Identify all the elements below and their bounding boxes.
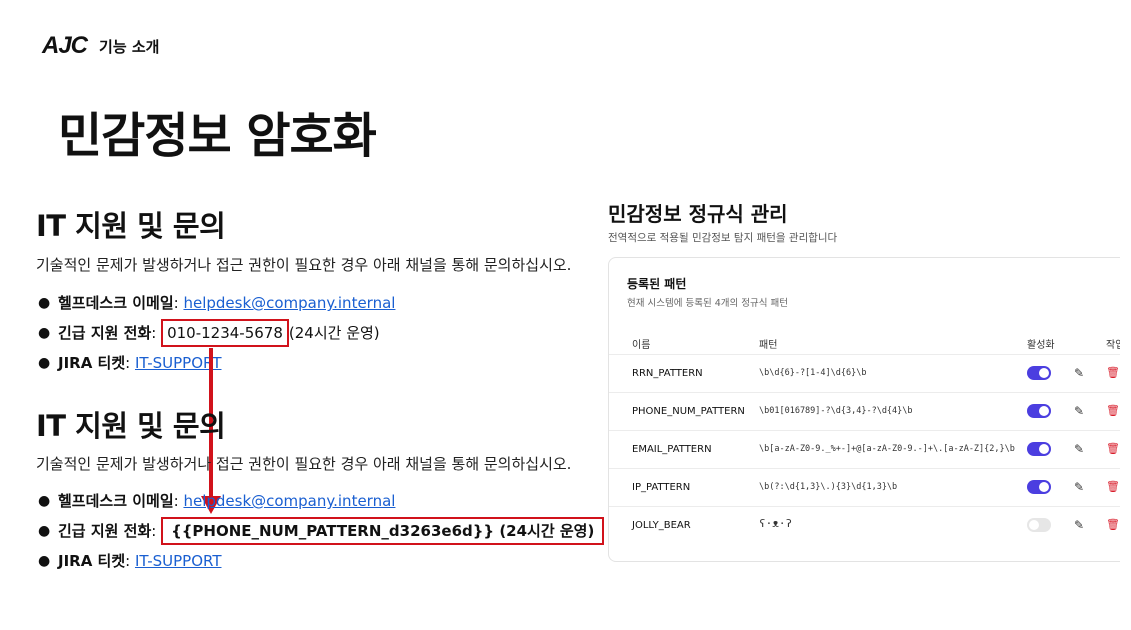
after-contact-list: ● 헬프데스크 이메일: helpdesk@company.internal ●… <box>36 491 605 581</box>
active-toggle[interactable] <box>1027 366 1051 380</box>
table-row: RRN_PATTERN \b\d{6}-?[1-4]\d{6}\b ✎ 🗑 <box>609 354 1131 393</box>
trash-icon[interactable]: 🗑 <box>1106 404 1120 417</box>
bullet-icon: ● <box>38 523 51 539</box>
card-subtitle: 현재 시스템에 등록된 4개의 정규식 패턴 <box>627 298 788 309</box>
bullet-icon: ● <box>38 295 51 311</box>
before-phone-suffix: (24시간 운영) <box>288 324 380 342</box>
after-phone-item: ● 긴급 지원 전화: {{PHONE_NUM_PATTERN_d3263e6d… <box>36 517 605 551</box>
after-jira-item: ● JIRA 티켓: IT-SUPPORT <box>38 552 222 570</box>
bullet-icon: ● <box>38 493 51 509</box>
pencil-icon[interactable]: ✎ <box>1074 480 1084 494</box>
after-phone-masked: {{PHONE_NUM_PATTERN_d3263e6d}} (24시간 운영) <box>161 517 605 545</box>
pattern-regex: \b\d{6}-?[1-4]\d{6}\b <box>759 368 867 378</box>
table-row: PHONE_NUM_PATTERN \b01[016789]-?\d{3,4}-… <box>609 392 1131 431</box>
page-title: 민감정보 암호화 <box>58 108 377 164</box>
after-description: 기술적인 문제가 발생하거나 접근 권한이 필요한 경우 아래 채널을 통해 문… <box>36 455 572 473</box>
pattern-name: IP_PATTERN <box>632 482 691 493</box>
before-phone-highlight: 010-1234-5678 <box>161 319 289 347</box>
pattern-regex: \b01[016789]-?\d{3,4}-?\d{4}\b <box>759 406 913 416</box>
before-phone-label: 긴급 지원 전화 <box>58 324 152 342</box>
pencil-icon[interactable]: ✎ <box>1074 404 1084 418</box>
active-toggle[interactable] <box>1027 442 1051 456</box>
manager-title: 민감정보 정규식 관리 <box>608 202 788 226</box>
pattern-name: PHONE_NUM_PATTERN <box>632 406 745 417</box>
before-description: 기술적인 문제가 발생하거나 접근 권한이 필요한 경우 아래 채널을 통해 문… <box>36 256 572 274</box>
pattern-name: EMAIL_PATTERN <box>632 444 712 455</box>
pencil-icon[interactable]: ✎ <box>1074 518 1084 532</box>
pattern-regex: \b[a-zA-Z0-9._%+-]+@[a-zA-Z0-9.-]+\.[a-z… <box>759 444 1015 454</box>
bullet-icon: ● <box>38 325 51 341</box>
before-jira-label: JIRA 티켓 <box>58 354 126 372</box>
pattern-name: JOLLY_BEAR <box>632 520 691 531</box>
active-toggle[interactable] <box>1027 480 1051 494</box>
after-email-label: 헬프데스크 이메일 <box>58 492 174 510</box>
section-name: 기능 소개 <box>99 37 160 56</box>
trash-icon[interactable]: 🗑 <box>1106 366 1120 379</box>
column-pattern: 패턴 <box>759 340 778 351</box>
bullet-icon: ● <box>38 355 51 371</box>
active-toggle[interactable] <box>1027 404 1051 418</box>
pencil-icon[interactable]: ✎ <box>1074 442 1084 456</box>
pattern-card: 등록된 패턴 현재 시스템에 등록된 4개의 정규식 패턴 이름 패턴 활성화 … <box>608 257 1131 562</box>
pattern-regex: ʕ·ᴥ·ʔ <box>759 517 793 530</box>
pattern-name: RRN_PATTERN <box>632 368 703 379</box>
top-bar: AJC 기능 소개 <box>42 32 159 60</box>
pattern-manager-header: 민감정보 정규식 관리 전역적으로 적용될 민감정보 탐지 패턴을 관리합니다 <box>608 198 837 245</box>
column-active: 활성화 <box>1027 340 1055 351</box>
before-email-link[interactable]: helpdesk@company.internal <box>183 294 395 312</box>
trash-icon[interactable]: 🗑 <box>1106 480 1120 493</box>
crop-edge <box>1120 257 1131 562</box>
before-block: IT 지원 및 문의 기술적인 문제가 발생하거나 접근 권한이 필요한 경우 … <box>36 203 571 372</box>
card-title: 등록된 패턴 <box>627 277 687 291</box>
after-email-link[interactable]: helpdesk@company.internal <box>183 492 395 510</box>
pencil-icon[interactable]: ✎ <box>1074 366 1084 380</box>
table-row: IP_PATTERN \b(?:\d{1,3}\.){3}\d{1,3}\b ✎… <box>609 468 1131 507</box>
manager-subtitle: 전역적으로 적용될 민감정보 탐지 패턴을 관리합니다 <box>608 232 838 244</box>
pattern-regex: \b(?:\d{1,3}\.){3}\d{1,3}\b <box>759 482 898 492</box>
column-name: 이름 <box>632 340 651 351</box>
trash-icon[interactable]: 🗑 <box>1106 518 1120 531</box>
before-email-label: 헬프데스크 이메일 <box>58 294 174 312</box>
after-jira-link[interactable]: IT-SUPPORT <box>135 552 222 570</box>
after-heading: IT 지원 및 문의 <box>36 409 226 443</box>
bullet-icon: ● <box>38 553 51 569</box>
before-heading: IT 지원 및 문의 <box>36 209 226 243</box>
active-toggle[interactable] <box>1027 518 1051 532</box>
logo: AJC <box>42 32 88 59</box>
table-header: 이름 패턴 활성화 작업 <box>609 332 1131 354</box>
table-row: JOLLY_BEAR ʕ·ᴥ·ʔ ✎ 🗑 <box>609 506 1131 545</box>
after-block: IT 지원 및 문의 기술적인 문제가 발생하거나 접근 권한이 필요한 경우 … <box>36 403 605 570</box>
after-phone-label: 긴급 지원 전화 <box>58 522 152 540</box>
trash-icon[interactable]: 🗑 <box>1106 442 1120 455</box>
table-row: EMAIL_PATTERN \b[a-zA-Z0-9._%+-]+@[a-zA-… <box>609 430 1131 469</box>
after-jira-label: JIRA 티켓 <box>58 552 126 570</box>
